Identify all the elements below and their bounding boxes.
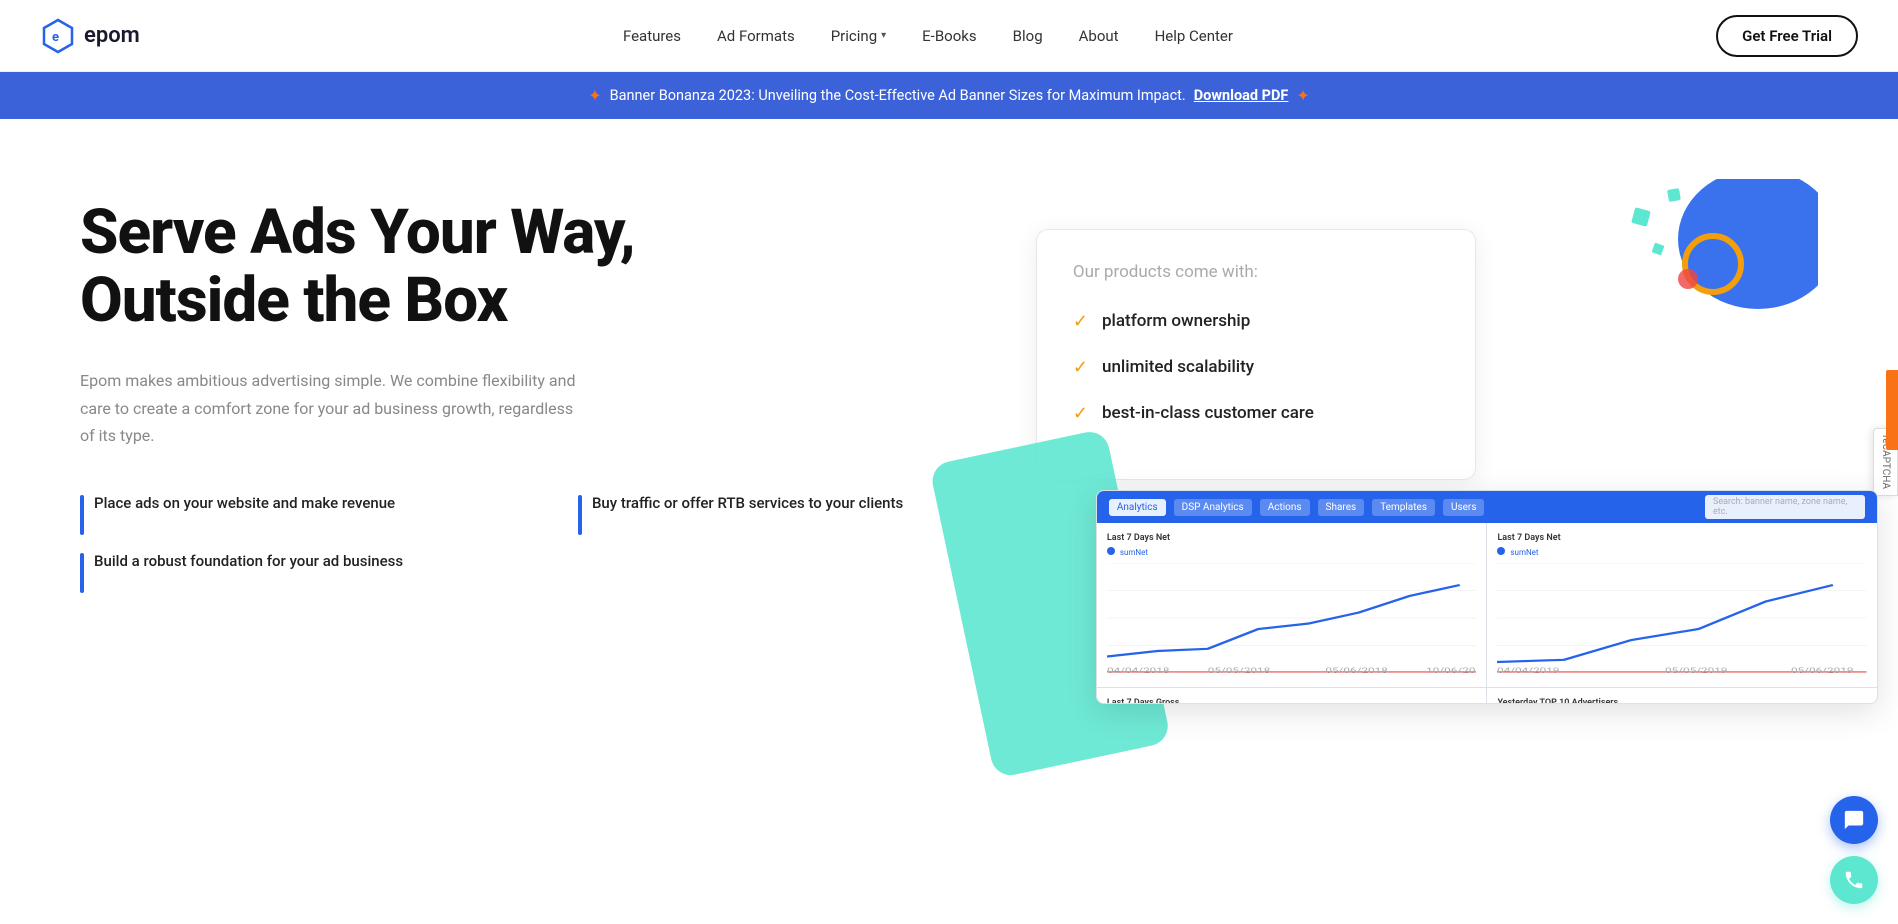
checkmark-icon-1: ✓ [1073, 311, 1088, 332]
product-feature-1: ✓ platform ownership [1073, 310, 1439, 334]
chart-net-right-legend: sumNet [1497, 547, 1867, 557]
phone-widget-button[interactable] [1830, 856, 1878, 904]
dash-tab-actions: Actions [1260, 499, 1310, 516]
chart-net-title: Last 7 Days Net [1107, 533, 1477, 543]
hero-section: Serve Ads Your Way,Outside the Box Epom … [0, 119, 1898, 869]
nav-item-about[interactable]: About [1079, 26, 1119, 45]
product-feature-text-2: unlimited scalability [1102, 356, 1254, 380]
dashboard-header: Analytics DSP Analytics Actions Shares T… [1097, 491, 1877, 523]
nav-link-blog[interactable]: Blog [1013, 27, 1043, 45]
orange-sidebar-bar [1886, 370, 1898, 450]
nav-item-helpcenter[interactable]: Help Center [1155, 26, 1233, 45]
product-feature-3: ✓ best-in-class customer care [1073, 402, 1439, 426]
hero-left-panel: Serve Ads Your Way,Outside the Box Epom … [80, 179, 1036, 643]
nav-item-features[interactable]: Features [623, 26, 681, 45]
nav-item-blog[interactable]: Blog [1013, 26, 1043, 45]
svg-text:05/06/2019: 05/06/2019 [1791, 667, 1853, 673]
nav-item-pricing[interactable]: Pricing ▾ [831, 27, 886, 45]
nav-link-pricing[interactable]: Pricing ▾ [831, 27, 886, 45]
nav-link-ebooks[interactable]: E-Books [922, 27, 976, 45]
product-feature-2: ✓ unlimited scalability [1073, 356, 1439, 380]
chat-widget-button[interactable] [1830, 796, 1878, 844]
products-panel-title: Our products come with: [1073, 262, 1439, 282]
chart-net-svg: 04/04/2018 05/05/2018 05/06/2018 10/06/2… [1107, 563, 1477, 673]
feature-text-3: Build a robust foundation for your ad bu… [94, 551, 403, 572]
chart-last7days-gross: Last 7 Days Gross sumGross [1097, 688, 1487, 704]
chart-gross-title: Last 7 Days Gross [1107, 698, 1477, 704]
nav-link-about[interactable]: About [1079, 27, 1119, 45]
get-free-trial-button[interactable]: Get Free Trial [1716, 15, 1858, 57]
chart-net-right-svg: 04/04/2019 05/05/2019 05/06/2019 [1497, 563, 1867, 673]
checkmark-icon-3: ✓ [1073, 403, 1088, 424]
dashboard-body: Last 7 Days Net sumNet 04/04 [1097, 523, 1877, 703]
svg-text:05/05/2019: 05/05/2019 [1665, 667, 1727, 673]
decorative-svg [1478, 179, 1818, 359]
feature-bar-icon [80, 495, 84, 535]
svg-text:10/06/2018: 10/06/2018 [1426, 667, 1476, 673]
dash-tab-templates: Templates [1372, 499, 1435, 516]
decorative-shapes [1478, 179, 1818, 359]
dashboard-preview: Analytics DSP Analytics Actions Shares T… [1036, 490, 1818, 704]
logo-link[interactable]: e epom [40, 18, 140, 54]
dash-tab-dsp: DSP Analytics [1174, 499, 1252, 516]
banner-star-right-icon: ✦ [1296, 86, 1309, 105]
dashboard-search: Search: banner name, zone name, etc. [1705, 495, 1865, 519]
feature-item-1: Place ads on your website and make reven… [80, 493, 538, 535]
feature-bar-icon-2 [578, 495, 582, 535]
banner-download-link[interactable]: Download PDF [1194, 87, 1289, 104]
chat-icon [1843, 809, 1865, 831]
chart-last7days-net-right: Last 7 Days Net sumNet 04/04 [1487, 523, 1877, 687]
svg-text:05/05/2018: 05/05/2018 [1208, 667, 1271, 673]
logo-text: epom [84, 23, 140, 48]
chevron-down-icon: ▾ [881, 30, 886, 41]
dashboard-screenshot: Analytics DSP Analytics Actions Shares T… [1096, 490, 1878, 704]
svg-text:04/04/2018: 04/04/2018 [1107, 667, 1170, 673]
feature-bar-icon-3 [80, 553, 84, 593]
dash-tab-analytics: Analytics [1109, 499, 1166, 516]
nav-link-features[interactable]: Features [623, 27, 681, 45]
checkmark-icon-2: ✓ [1073, 357, 1088, 378]
chart-top-advertisers: Yesterday TOP 10 Advertisers Advertiser … [1487, 688, 1877, 704]
dash-tab-shares: Shares [1318, 499, 1365, 516]
chart-net-right-title: Last 7 Days Net [1497, 533, 1867, 543]
feature-text-2: Buy traffic or offer RTB services to you… [592, 493, 903, 514]
nav-item-ebooks[interactable]: E-Books [922, 26, 976, 45]
chart-advertisers-title: Yesterday TOP 10 Advertisers [1497, 698, 1867, 704]
banner-text: Banner Bonanza 2023: Unveiling the Cost-… [610, 87, 1186, 104]
nav-link-helpcenter[interactable]: Help Center [1155, 27, 1233, 45]
svg-text:04/04/2019: 04/04/2019 [1497, 667, 1559, 673]
svg-text:05/06/2018: 05/06/2018 [1325, 667, 1388, 673]
dash-tab-users: Users [1443, 499, 1485, 516]
nav-link-adformats[interactable]: Ad Formats [717, 27, 795, 45]
product-feature-text-1: platform ownership [1102, 310, 1250, 334]
nav-item-adformats[interactable]: Ad Formats [717, 26, 795, 45]
epom-logo-icon: e [40, 18, 76, 54]
banner-star-left-icon: ✦ [588, 86, 601, 105]
nav-links: Features Ad Formats Pricing ▾ E-Books Bl… [623, 26, 1233, 45]
phone-icon [1843, 869, 1865, 891]
hero-right-panel: Our products come with: ✓ platform owner… [1036, 179, 1818, 704]
feature-item-3: Build a robust foundation for your ad bu… [80, 551, 538, 593]
navbar: e epom Features Ad Formats Pricing ▾ E-B… [0, 0, 1898, 72]
promo-banner: ✦ Banner Bonanza 2023: Unveiling the Cos… [0, 72, 1898, 119]
hero-features-list: Place ads on your website and make reven… [80, 493, 1036, 593]
chart-net-legend: sumNet [1107, 547, 1477, 557]
feature-text-1: Place ads on your website and make reven… [94, 493, 395, 514]
product-feature-text-3: best-in-class customer care [1102, 402, 1314, 426]
chart-last7days-net: Last 7 Days Net sumNet 04/04 [1097, 523, 1487, 687]
hero-title: Serve Ads Your Way,Outside the Box [80, 199, 1036, 335]
svg-text:e: e [52, 30, 59, 45]
hero-subtitle: Epom makes ambitious advertising simple.… [80, 367, 580, 449]
